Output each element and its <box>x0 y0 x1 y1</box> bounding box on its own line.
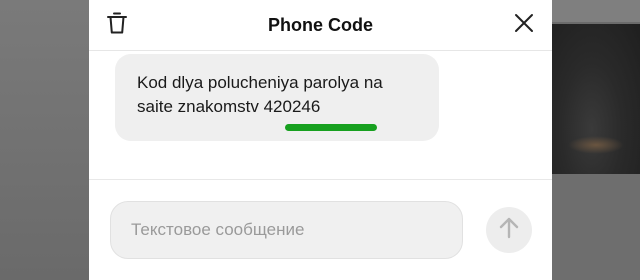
page-title: Phone Code <box>267 15 373 35</box>
code-highlight-underline <box>285 124 377 131</box>
close-button[interactable] <box>510 11 538 39</box>
background-right-strip <box>552 0 640 22</box>
send-button[interactable] <box>486 207 532 253</box>
phone-code-panel: Phone Code Kod dlya polucheniya parolya … <box>89 0 552 280</box>
message-bubble: Kod dlya polucheniya parolya na saite zn… <box>115 54 439 141</box>
arrow-up-icon <box>498 216 520 245</box>
header: Phone Code <box>89 0 552 51</box>
message-input[interactable] <box>110 201 463 259</box>
message-line-2: saite znakomstv 420246 <box>137 97 321 116</box>
background-photo <box>552 24 640 174</box>
delete-button[interactable] <box>103 11 131 39</box>
message-line-1: Kod dlya polucheniya parolya na <box>137 73 383 92</box>
composer-divider <box>89 179 552 180</box>
message-list: Kod dlya polucheniya parolya na saite zn… <box>89 51 552 179</box>
close-icon <box>514 13 534 38</box>
trash-icon <box>106 11 128 40</box>
background-left <box>0 0 89 280</box>
background-right-bottom <box>552 174 640 280</box>
